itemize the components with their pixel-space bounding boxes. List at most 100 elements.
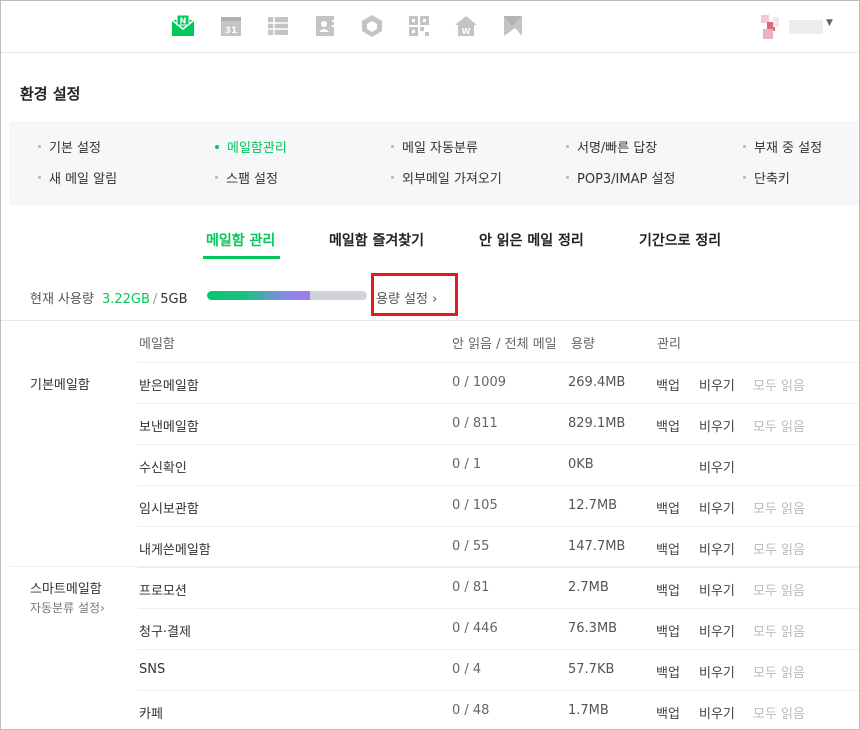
menu-item-basic-settings[interactable]: 기본 설정 <box>38 137 101 156</box>
top-nav-bar: N 31 W ▼ <box>1 1 859 53</box>
backup-button[interactable]: 백업 <box>656 621 680 640</box>
mail-count: 0 / 81 <box>452 580 490 595</box>
read-all-button[interactable]: 모두 읽음 <box>753 621 805 640</box>
read-all-button[interactable]: 모두 읽음 <box>753 375 805 394</box>
mailbox-name-link[interactable]: 카페 <box>139 703 163 722</box>
empty-button[interactable]: 비우기 <box>699 580 735 599</box>
empty-button[interactable]: 비우기 <box>699 457 735 476</box>
mailbox-size: 147.7MB <box>568 539 626 554</box>
backup-button[interactable]: 백업 <box>656 416 680 435</box>
usage-label: 현재 사용량 <box>30 292 94 307</box>
bullet-icon <box>38 176 41 179</box>
table-row: 청구·결제 0 / 446 76.3MB 백업 비우기 모두 읽음 <box>138 608 859 649</box>
table-row: 임시보관함 0 / 105 12.7MB 백업 비우기 모두 읽음 <box>138 485 859 526</box>
highlight-annotation-box <box>371 273 458 316</box>
table-row: SNS 0 / 4 57.7KB 백업 비우기 모두 읽음 <box>138 649 859 690</box>
bullet-icon <box>566 176 569 179</box>
menu-item-new-mail-alert[interactable]: 새 메일 알림 <box>38 168 117 187</box>
caret-down-icon[interactable]: ▼ <box>826 18 833 28</box>
mailbox-name-link[interactable]: SNS <box>139 662 165 677</box>
qr-code-icon[interactable] <box>407 14 431 38</box>
table-row: 내게쓴메일함 0 / 55 147.7MB 백업 비우기 모두 읽음 <box>138 526 859 567</box>
tab-clean-unread[interactable]: 안 읽은 메일 정리 <box>479 230 584 250</box>
empty-button[interactable]: 비우기 <box>699 703 735 722</box>
read-all-button[interactable]: 모두 읽음 <box>753 416 805 435</box>
empty-button[interactable]: 비우기 <box>699 662 735 681</box>
menu-item-spam-settings[interactable]: 스팸 설정 <box>215 168 278 187</box>
usage-total: 5GB <box>160 292 188 307</box>
read-all-button[interactable]: 모두 읽음 <box>753 580 805 599</box>
blurred-username <box>789 20 823 34</box>
calendar-icon[interactable]: 31 <box>219 14 243 38</box>
menu-item-auto-sort[interactable]: 메일 자동분류 <box>391 137 478 156</box>
backup-button[interactable]: 백업 <box>656 703 680 722</box>
read-all-button[interactable]: 모두 읽음 <box>753 498 805 517</box>
mailbox-name-link[interactable]: 임시보관함 <box>139 498 199 517</box>
mailbox-size: 0KB <box>568 457 594 472</box>
header-manage: 관리 <box>657 337 681 352</box>
menu-item-away-settings[interactable]: 부재 중 설정 <box>743 137 822 156</box>
bullet-icon <box>38 145 41 148</box>
mailbox-name-link[interactable]: 내게쓴메일함 <box>139 539 211 558</box>
mail-count: 0 / 55 <box>452 539 490 554</box>
cube-icon[interactable] <box>360 14 384 38</box>
auto-sort-settings-link[interactable]: 자동분류 설정› <box>30 599 105 616</box>
table-row: 프로모션 0 / 81 2.7MB 백업 비우기 모두 읽음 <box>138 567 859 608</box>
backup-button[interactable]: 백업 <box>656 498 680 517</box>
menu-item-mailbox-management[interactable]: 메일함관리 <box>215 137 287 156</box>
table-row: 보낸메일함 0 / 811 829.1MB 백업 비우기 모두 읽음 <box>138 403 859 444</box>
usage-progress-fill <box>207 291 311 300</box>
bullet-icon <box>743 145 746 148</box>
menu-item-shortcuts[interactable]: 단축키 <box>743 168 790 187</box>
bullet-icon <box>743 176 746 179</box>
read-all-button[interactable]: 모두 읽음 <box>753 703 805 722</box>
bullet-icon <box>215 176 218 179</box>
mailbox-size: 1.7MB <box>568 703 609 718</box>
home-w-icon[interactable]: W <box>454 14 478 38</box>
backup-button[interactable]: 백업 <box>656 662 680 681</box>
address-book-icon[interactable] <box>313 14 337 38</box>
contacts-list-icon[interactable] <box>266 14 290 38</box>
empty-button[interactable]: 비우기 <box>699 416 735 435</box>
mail-count: 0 / 1 <box>452 457 482 472</box>
backup-button[interactable]: 백업 <box>656 539 680 558</box>
table-row: 카페 0 / 48 1.7MB 백업 비우기 모두 읽음 <box>138 690 859 729</box>
mailbox-name-link[interactable]: 보낸메일함 <box>139 416 199 435</box>
mail-badge-text: N <box>180 17 187 26</box>
mailbox-size: 2.7MB <box>568 580 609 595</box>
mailbox-name-link[interactable]: 청구·결제 <box>139 621 191 640</box>
backup-button[interactable]: 백업 <box>656 375 680 394</box>
menu-item-pop3-imap[interactable]: POP3/IMAP 설정 <box>566 168 675 187</box>
backup-button[interactable]: 백업 <box>656 580 680 599</box>
empty-button[interactable]: 비우기 <box>699 621 735 640</box>
mailbox-name-link[interactable]: 수신확인 <box>139 457 187 476</box>
divider <box>1 320 859 321</box>
table-row: 받은메일함 0 / 1009 269.4MB 백업 비우기 모두 읽음 <box>138 362 859 403</box>
empty-button[interactable]: 비우기 <box>699 375 735 394</box>
mailbox-name-link[interactable]: 받은메일함 <box>139 375 199 394</box>
tab-mailbox-management[interactable]: 메일함 관리 <box>206 230 275 250</box>
tab-clean-by-period[interactable]: 기간으로 정리 <box>639 230 721 250</box>
usage-progress-bar <box>207 291 367 300</box>
empty-button[interactable]: 비우기 <box>699 498 735 517</box>
bullet-icon <box>391 176 394 179</box>
usage-separator: / <box>152 292 158 307</box>
bullet-icon <box>391 145 394 148</box>
mail-count: 0 / 1009 <box>452 375 506 390</box>
profile-menu[interactable]: ▼ <box>759 15 833 39</box>
read-all-button[interactable]: 모두 읽음 <box>753 539 805 558</box>
menu-item-signature-reply[interactable]: 서명/빠른 답장 <box>566 137 657 156</box>
mailbox-size: 57.7KB <box>568 662 615 677</box>
group-smart-mailboxes: 스마트메일함 <box>30 582 102 597</box>
app-window: N 31 W ▼ 환경 설정 기본 설정 메일함관리 메일 자동분류 서명/빠른… <box>0 0 860 730</box>
mailbox-name-link[interactable]: 프로모션 <box>139 580 187 599</box>
mailbox-size: 269.4MB <box>568 375 626 390</box>
bookmark-icon[interactable] <box>501 14 525 38</box>
menu-item-import-external-mail[interactable]: 외부메일 가져오기 <box>391 168 502 187</box>
empty-button[interactable]: 비우기 <box>699 539 735 558</box>
bullet-icon <box>566 145 569 148</box>
mail-icon[interactable]: N <box>171 14 195 38</box>
tab-mailbox-favorites[interactable]: 메일함 즐겨찾기 <box>329 230 424 250</box>
read-all-button[interactable]: 모두 읽음 <box>753 662 805 681</box>
mailbox-size: 76.3MB <box>568 621 618 636</box>
